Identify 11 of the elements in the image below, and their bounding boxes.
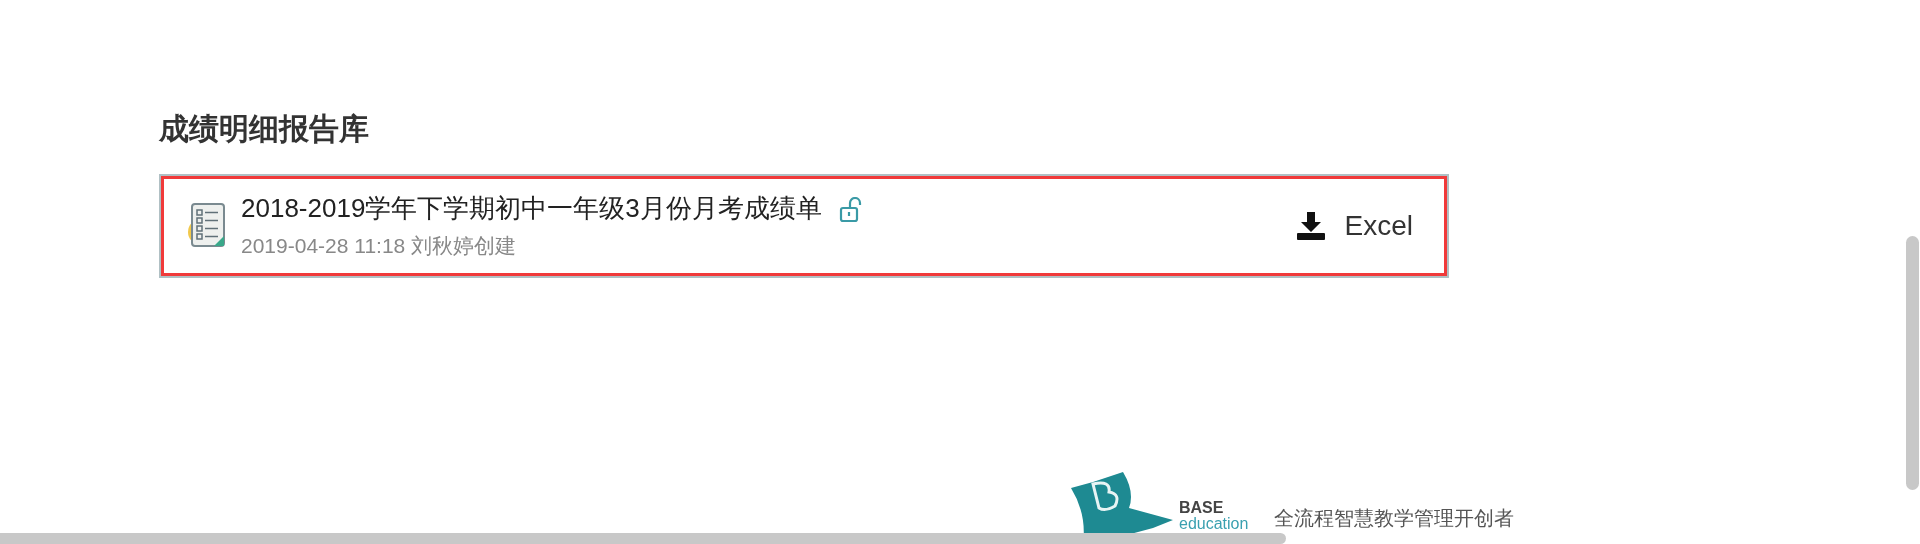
report-card[interactable]: 2018-2019学年下学期初中一年级3月份月考成绩单 2019-04-28 11:18 刘秋婷创建 Excel [159, 174, 1449, 278]
excel-download-button[interactable]: Excel [1294, 205, 1421, 247]
report-title[interactable]: 2018-2019学年下学期初中一年级3月份月考成绩单 [241, 191, 822, 225]
section-title: 成绩明细报告库 [159, 111, 369, 147]
download-icon [1294, 210, 1327, 242]
report-meta: 2019-04-28 11:18 刘秋婷创建 [241, 233, 518, 259]
logo-subtext: education [1179, 516, 1249, 532]
horizontal-scrollbar[interactable] [0, 533, 1286, 544]
footer-tagline: 全流程智慧教学管理开创者 [1274, 506, 1515, 531]
vertical-scrollbar[interactable] [1906, 236, 1919, 490]
logo-text: BASE [1179, 500, 1225, 516]
